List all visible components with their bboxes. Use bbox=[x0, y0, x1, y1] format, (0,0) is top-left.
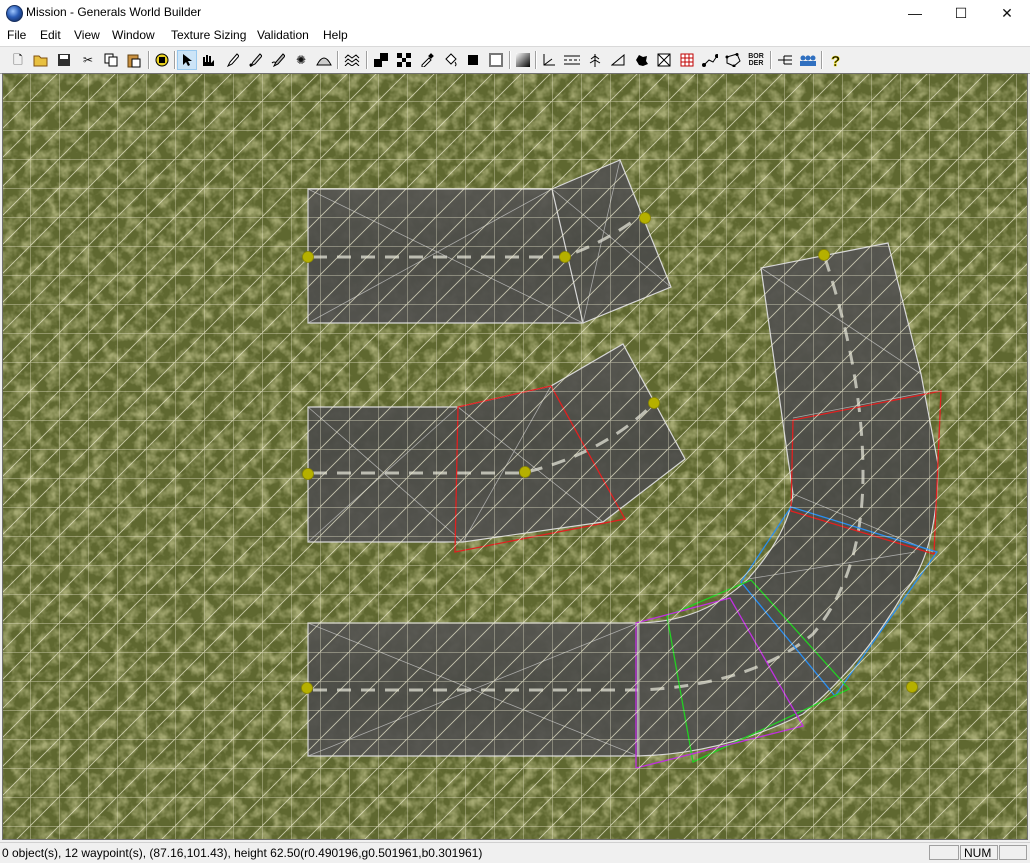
status-bar: 0 object(s), 12 waypoint(s), (87.16,101.… bbox=[0, 842, 1030, 863]
toolbar-separator bbox=[148, 51, 150, 69]
brush-icon[interactable] bbox=[222, 50, 242, 70]
waypoint-icon[interactable] bbox=[700, 50, 720, 70]
close-button[interactable]: ✕ bbox=[984, 0, 1030, 26]
axis-icon[interactable] bbox=[539, 50, 559, 70]
grid-icon[interactable] bbox=[654, 50, 674, 70]
new-file-icon[interactable]: 🗋 bbox=[8, 50, 28, 70]
black-square-icon[interactable] bbox=[463, 50, 483, 70]
feather-brush-icon[interactable] bbox=[245, 50, 265, 70]
menu-validation[interactable]: Validation bbox=[257, 28, 309, 42]
smooth-brush-icon[interactable] bbox=[268, 50, 288, 70]
minimize-button[interactable]: — bbox=[892, 0, 938, 26]
toolbar-separator bbox=[821, 51, 823, 69]
waypoint-marker bbox=[301, 682, 313, 694]
waypoint-marker bbox=[818, 249, 830, 261]
toolbar-separator bbox=[770, 51, 772, 69]
hand-select-icon[interactable] bbox=[199, 50, 219, 70]
polygon-icon[interactable] bbox=[723, 50, 743, 70]
menu-window[interactable]: Window bbox=[112, 28, 155, 42]
road-icon[interactable] bbox=[562, 50, 582, 70]
paste-icon[interactable] bbox=[124, 50, 144, 70]
pointer-icon[interactable] bbox=[177, 50, 197, 70]
menu-texture-sizing[interactable]: Texture Sizing bbox=[171, 28, 246, 42]
bucket-icon[interactable] bbox=[440, 50, 460, 70]
open-file-icon[interactable] bbox=[31, 50, 51, 70]
eyedropper-icon[interactable] bbox=[417, 50, 437, 70]
map-view-icon[interactable] bbox=[152, 50, 172, 70]
maximize-button[interactable]: ☐ bbox=[938, 0, 984, 26]
map-viewport[interactable] bbox=[2, 73, 1028, 840]
terrain-grid-overlay bbox=[3, 74, 1027, 839]
ramp-icon[interactable] bbox=[608, 50, 628, 70]
waypoint-marker bbox=[906, 681, 918, 693]
gradient-icon[interactable] bbox=[513, 50, 533, 70]
tree-icon[interactable] bbox=[585, 50, 605, 70]
menu-bar: File Edit View Window Texture Sizing Val… bbox=[0, 26, 1030, 46]
toolbar-separator bbox=[337, 51, 339, 69]
status-num-lock: NUM bbox=[960, 845, 998, 860]
checker-icon[interactable] bbox=[394, 50, 414, 70]
toolbar-separator bbox=[366, 51, 368, 69]
svg-text:?: ? bbox=[831, 53, 840, 68]
waypoint-marker bbox=[639, 212, 651, 224]
white-square-icon[interactable] bbox=[486, 50, 506, 70]
toolbar: 🗋 ✂ ✺ BOR DER ? bbox=[0, 46, 1030, 74]
status-pane-empty bbox=[999, 845, 1027, 860]
tile-fill-icon[interactable] bbox=[371, 50, 391, 70]
layers-icon[interactable] bbox=[342, 50, 362, 70]
waypoint-marker bbox=[302, 468, 314, 480]
menu-view[interactable]: View bbox=[74, 28, 100, 42]
waypoint-marker bbox=[302, 251, 314, 263]
help-icon[interactable]: ? bbox=[826, 50, 846, 70]
copy-icon[interactable] bbox=[101, 50, 121, 70]
spray-icon[interactable]: ✺ bbox=[291, 50, 311, 70]
menu-file[interactable]: File bbox=[7, 28, 26, 42]
status-text: 0 object(s), 12 waypoint(s), (87.16,101.… bbox=[2, 846, 483, 860]
fence-icon[interactable] bbox=[677, 50, 697, 70]
window-title: Mission - Generals World Builder bbox=[26, 5, 202, 19]
cut-icon[interactable]: ✂ bbox=[78, 50, 98, 70]
script-icon[interactable] bbox=[775, 50, 795, 70]
menu-help[interactable]: Help bbox=[323, 28, 348, 42]
toolbar-separator bbox=[535, 51, 537, 69]
mound-icon[interactable] bbox=[314, 50, 334, 70]
border-icon[interactable]: BOR DER bbox=[746, 50, 766, 70]
status-pane-empty bbox=[929, 845, 959, 860]
waypoint-marker bbox=[559, 251, 571, 263]
save-icon[interactable] bbox=[54, 50, 74, 70]
team-icon[interactable] bbox=[798, 50, 818, 70]
app-globe-icon bbox=[6, 5, 23, 22]
waypoint-marker bbox=[648, 397, 660, 409]
title-bar: Mission - Generals World Builder — ☐ ✕ bbox=[0, 0, 1030, 27]
toolbar-separator bbox=[509, 51, 511, 69]
toolbar-separator bbox=[174, 51, 176, 69]
blob-icon[interactable] bbox=[631, 50, 651, 70]
menu-edit[interactable]: Edit bbox=[40, 28, 61, 42]
waypoint-marker bbox=[519, 466, 531, 478]
